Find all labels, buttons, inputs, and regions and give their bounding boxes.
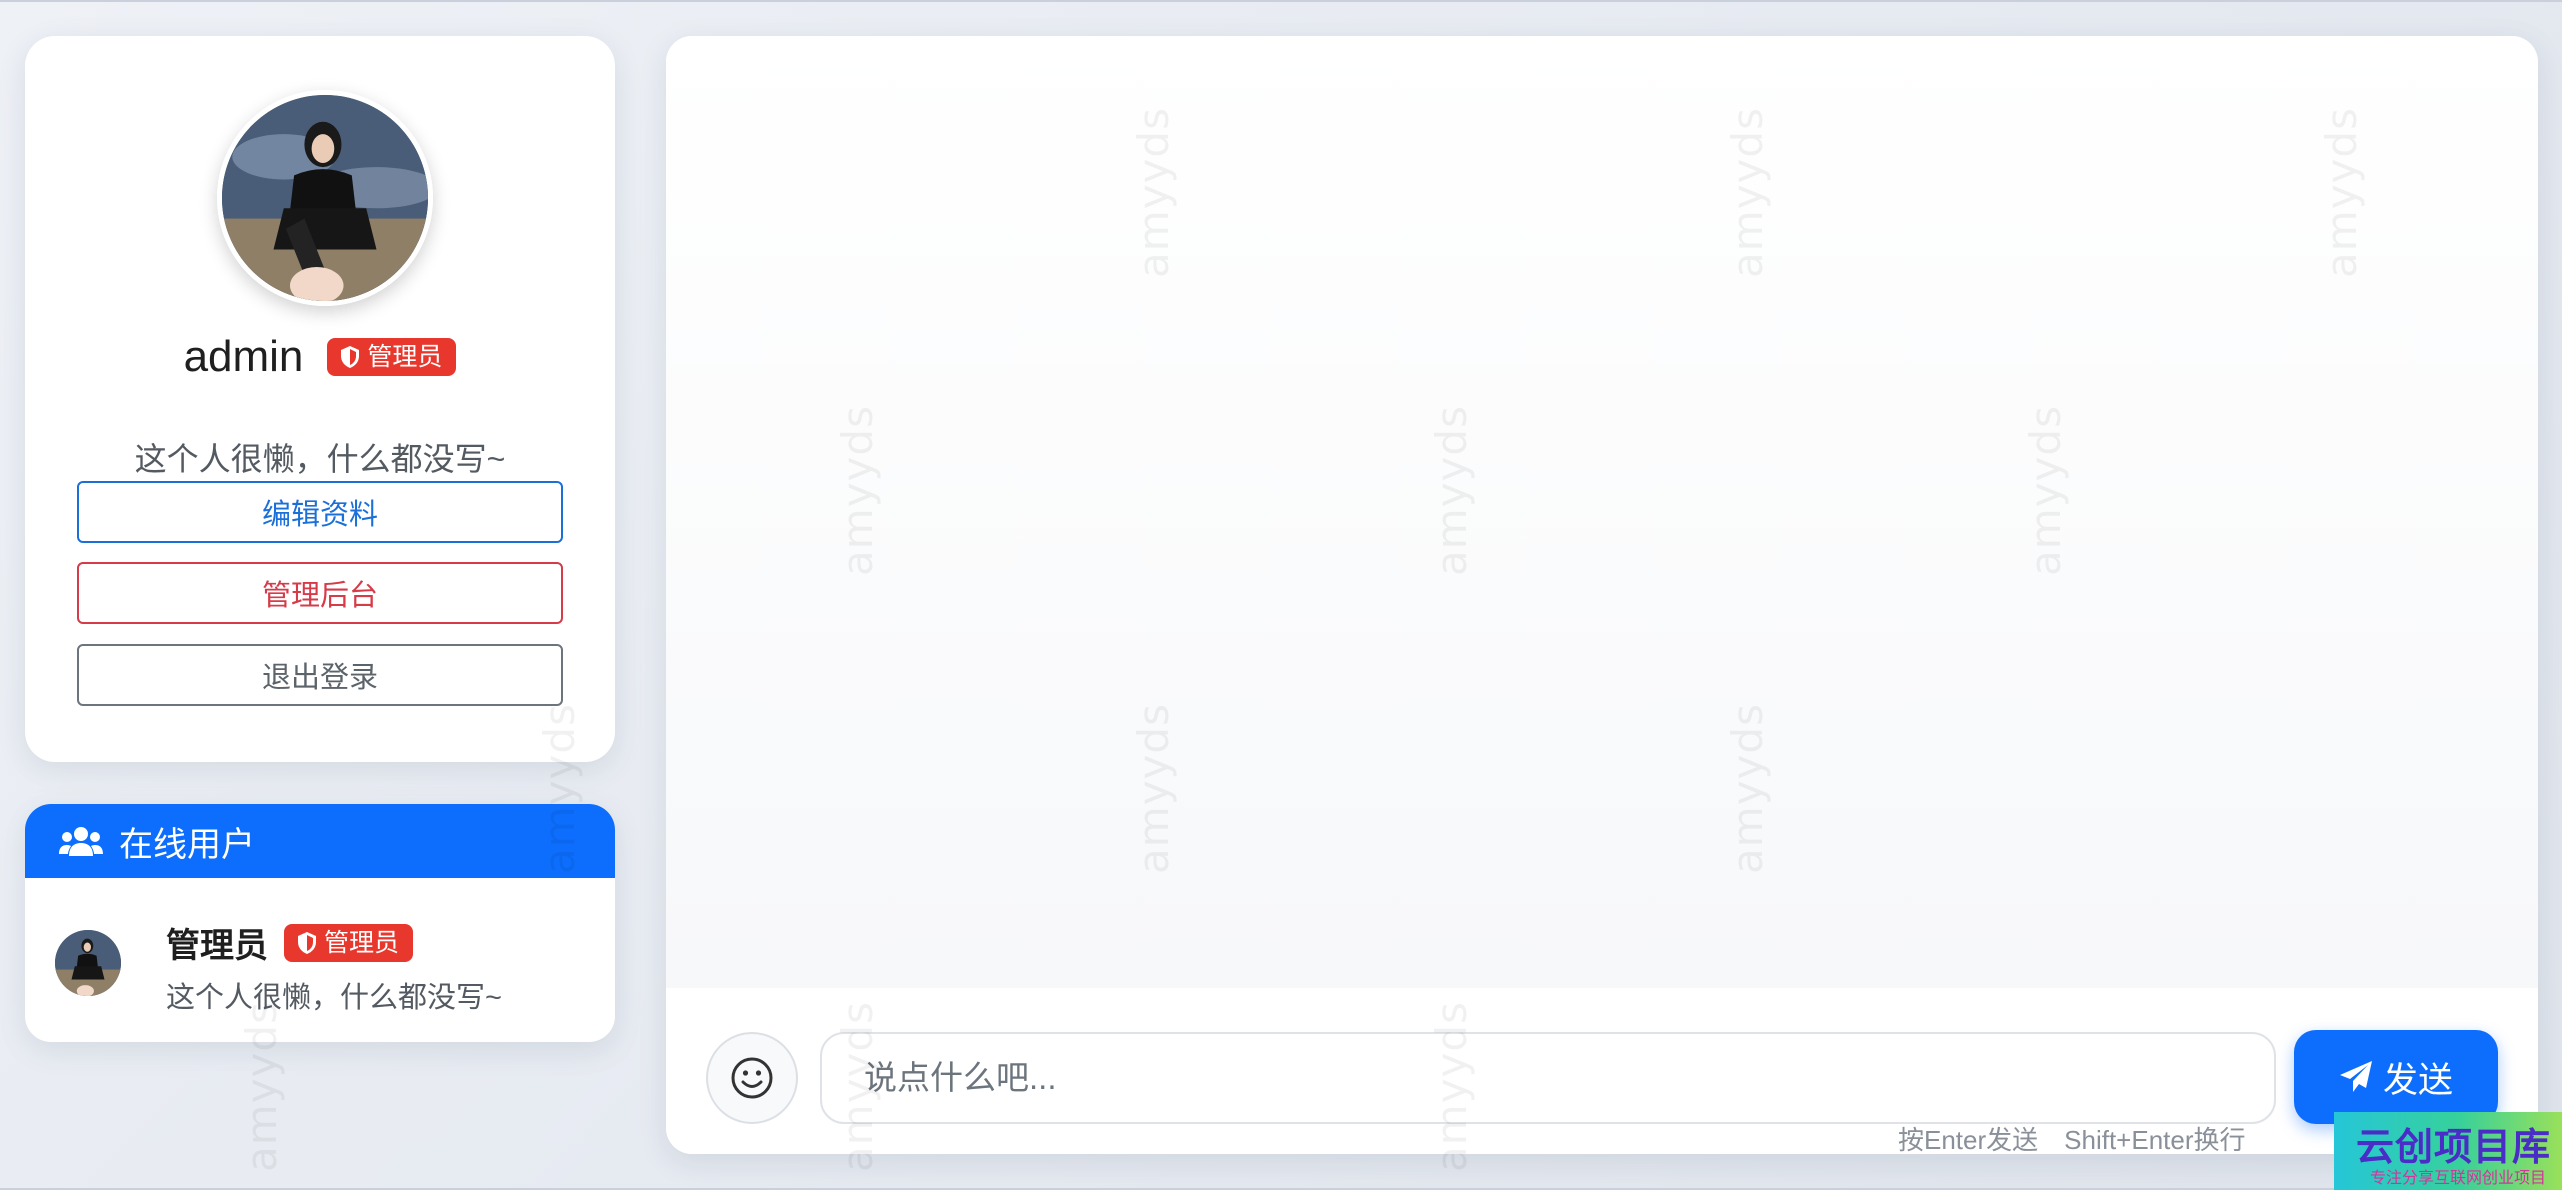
send-button[interactable]: 发送 xyxy=(2294,1030,2498,1124)
chat-panel: 发送 按Enter发送 Shift+Enter换行 xyxy=(666,36,2538,1154)
paper-plane-icon xyxy=(2339,1061,2372,1092)
avatar-photo xyxy=(55,930,121,996)
online-user-role-badge: 管理员 xyxy=(284,923,414,962)
hint-enter: 按Enter发送 xyxy=(1898,1125,2039,1154)
profile-username: admin xyxy=(183,332,304,381)
profile-card: admin 管理员 这个人很懒，什么都没写~ 编辑资料 管理后台 退出登录 xyxy=(25,36,615,762)
online-user-name: 管理员 xyxy=(166,927,268,965)
avatar-photo xyxy=(222,95,428,301)
shield-icon xyxy=(298,931,316,954)
corner-logo-title: 云创项目库 xyxy=(2356,1125,2552,1169)
online-users-title: 在线用户 xyxy=(119,825,255,864)
role-badge-label: 管理员 xyxy=(367,343,443,371)
admin-dashboard-button[interactable]: 管理后台 xyxy=(77,562,563,624)
online-user-role-label: 管理员 xyxy=(324,928,400,957)
edit-profile-button[interactable]: 编辑资料 xyxy=(77,481,563,543)
users-icon xyxy=(59,827,103,856)
profile-bio: 这个人很懒，什么都没写~ xyxy=(134,441,506,477)
message-input[interactable] xyxy=(820,1032,2276,1124)
corner-brand-logo: 云创项目库 专注分享互联网创业项目 xyxy=(2334,1112,2562,1190)
profile-name-row: admin 管理员 xyxy=(25,332,615,382)
online-users-card: 在线用户 管理员 管理员 这个人很懒，什么都没写~ xyxy=(25,804,615,1042)
online-user-name-row: 管理员 管理员 xyxy=(166,918,414,967)
online-users-header: 在线用户 xyxy=(25,804,615,878)
logout-button[interactable]: 退出登录 xyxy=(77,644,563,706)
shield-icon xyxy=(341,346,360,368)
input-hint: 按Enter发送 Shift+Enter换行 xyxy=(1898,1120,2246,1154)
corner-logo-subtitle: 专注分享互联网创业项目 xyxy=(2370,1168,2547,1187)
emoji-button[interactable] xyxy=(706,1032,798,1124)
window-top-border xyxy=(0,0,2562,2)
hint-shift-enter: Shift+Enter换行 xyxy=(2064,1125,2246,1154)
message-list[interactable] xyxy=(666,36,2538,988)
profile-avatar[interactable] xyxy=(217,90,433,306)
send-button-label: 发送 xyxy=(2382,1060,2453,1100)
role-badge: 管理员 xyxy=(327,338,457,376)
online-user-bio: 这个人很懒，什么都没写~ xyxy=(166,982,502,1014)
message-input-bar: 发送 按Enter发送 Shift+Enter换行 xyxy=(666,988,2538,1154)
online-user-item[interactable]: 管理员 管理员 这个人很懒，什么都没写~ xyxy=(55,908,595,1018)
smile-icon xyxy=(731,1057,773,1099)
online-user-avatar xyxy=(55,930,121,996)
